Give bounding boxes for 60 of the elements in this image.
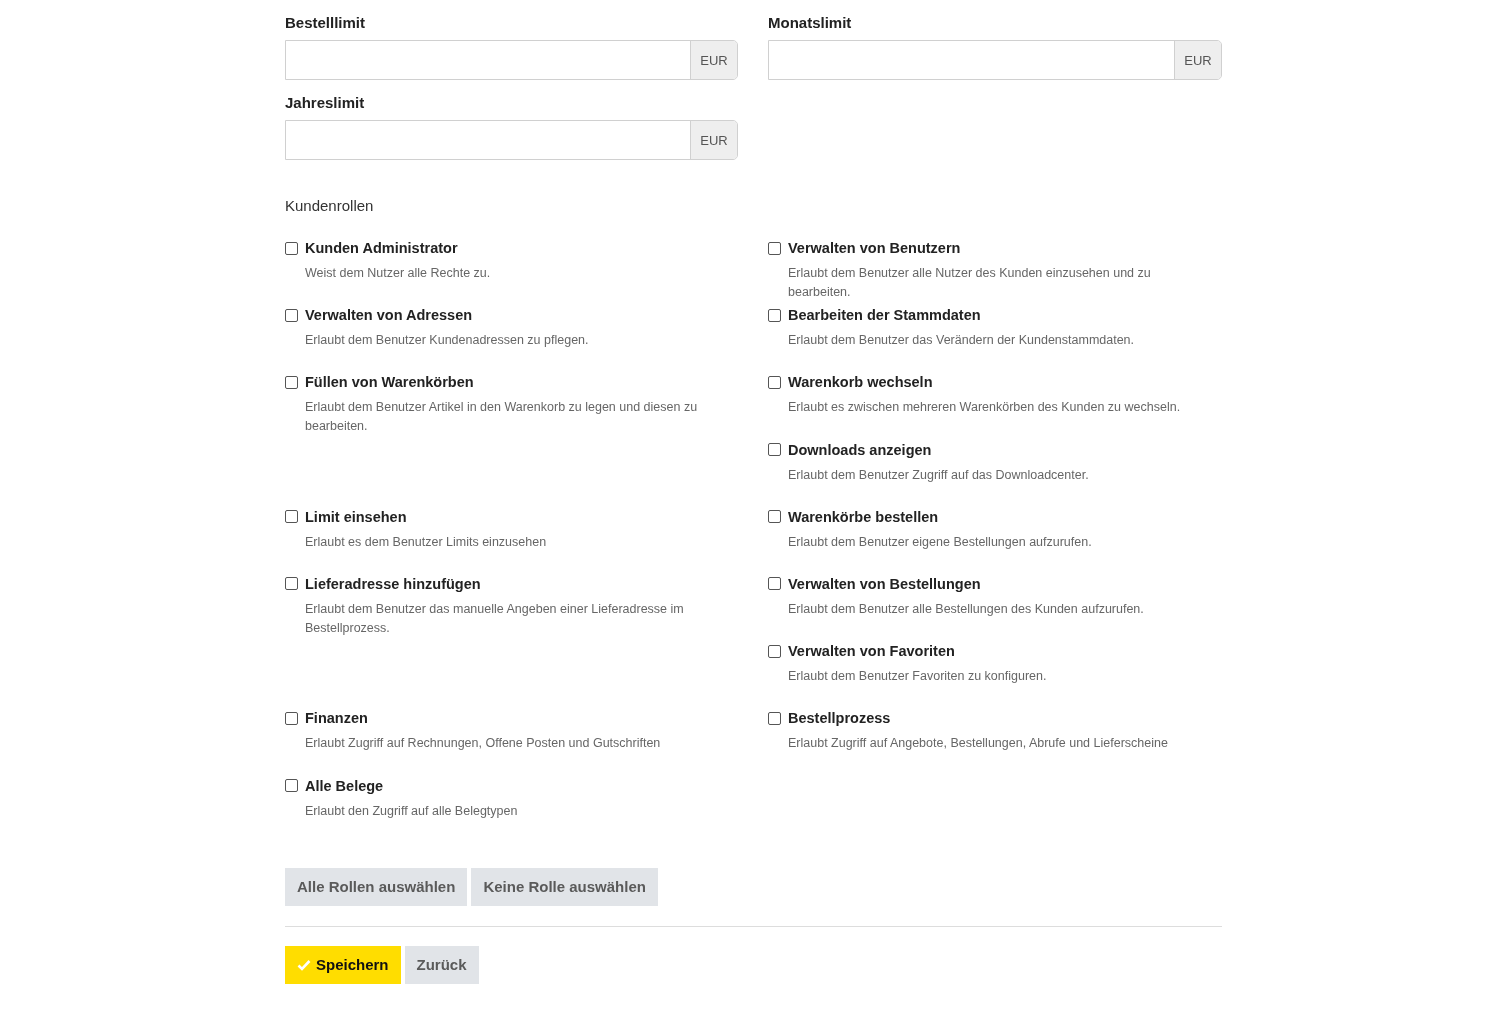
role-description: Erlaubt dem Benutzer alle Bestellungen des Kunden aufzurufen.	[788, 600, 1145, 618]
role-description: Erlaubt dem Benutzer Artikel in den Warenkorb zu legen und diesen zu bearbeiten.	[305, 399, 699, 436]
checkbox[interactable]	[285, 241, 298, 255]
role-description: Erlaubt den Zugriff auf alle Belegtypen	[305, 802, 519, 820]
checkbox[interactable]	[768, 711, 781, 725]
checkbox[interactable]	[768, 443, 781, 457]
role-title: Warenkörbe bestellen	[788, 508, 939, 525]
role-description: Erlaubt dem Benutzer eigene Bestellungen aufzurufen.	[788, 533, 1093, 551]
role-description: Erlaubt es dem Benutzer Limits einzusehen	[305, 533, 548, 551]
role-title: Verwalten von Bestellungen	[788, 575, 981, 592]
role-title: Lieferadresse hinzufügen	[305, 575, 481, 592]
field-label: Bestelllimit	[285, 14, 367, 31]
role-title: Limit einsehen	[305, 508, 407, 525]
currency-addon: EUR	[1174, 41, 1221, 79]
field-label: Jahreslimit	[285, 94, 366, 111]
role-description: Erlaubt dem Benutzer das manuelle Angeben einer Lieferadresse im Bestellprozess.	[305, 600, 685, 637]
role-title: Verwalten von Benutzern	[788, 240, 961, 256]
checkbox[interactable]	[768, 510, 781, 524]
check-icon	[297, 958, 311, 971]
checkbox[interactable]	[285, 308, 298, 322]
field-label: Monatslimit	[768, 14, 853, 31]
role-description: Erlaubt dem Benutzer Favoriten zu konfiguren.	[788, 668, 1048, 686]
currency-addon: EUR	[690, 41, 737, 79]
action-button[interactable]: Alle Rollen auswählen	[285, 867, 468, 906]
checkbox[interactable]	[768, 241, 781, 255]
role-title: Bestellprozess	[788, 710, 891, 727]
action-button[interactable]: Keine Rolle auswählen	[471, 867, 658, 906]
role-description: Erlaubt dem Benutzer Kundenadressen zu pflegen.	[305, 332, 590, 350]
section-heading: Kundenrollen	[285, 197, 375, 214]
role-description: Erlaubt Zugriff auf Rechnungen, Offene Posten und Gutschriften	[305, 735, 662, 753]
amount-field[interactable]: EUR	[285, 120, 738, 160]
role-title: Verwalten von Adressen	[305, 307, 473, 324]
role-description: Erlaubt dem Benutzer das Verändern der Kundenstammdaten.	[788, 332, 1136, 350]
amount-field[interactable]: EUR	[285, 40, 738, 80]
checkbox[interactable]	[285, 510, 298, 524]
checkbox[interactable]	[768, 577, 781, 591]
role-title: Warenkorb wechseln	[788, 374, 933, 391]
amount-field[interactable]: EUR	[768, 40, 1222, 80]
checkbox[interactable]	[768, 644, 781, 658]
role-title: Finanzen	[305, 710, 368, 727]
role-title: Füllen von Warenkörben	[305, 374, 474, 391]
role-title: Downloads anzeigen	[788, 441, 932, 458]
role-title: Verwalten von Favoriten	[788, 643, 955, 660]
action-button[interactable]: Zurück	[404, 945, 479, 984]
role-description: Weist dem Nutzer alle Rechte zu.	[305, 265, 492, 282]
role-description: Erlaubt es zwischen mehreren Warenkörben des Kunden zu wechseln.	[788, 399, 1182, 417]
checkbox[interactable]	[285, 711, 298, 725]
role-title: Alle Belege	[305, 777, 384, 794]
checkbox[interactable]	[285, 577, 298, 591]
role-description: Erlaubt dem Benutzer Zugriff auf das Downloadcenter.	[788, 466, 1090, 484]
checkbox[interactable]	[768, 375, 781, 389]
checkbox[interactable]	[285, 779, 298, 792]
role-title: Bearbeiten der Stammdaten	[788, 307, 981, 324]
save-button[interactable]: Speichern	[285, 945, 401, 984]
checkbox[interactable]	[285, 375, 298, 389]
role-description: Erlaubt Zugriff auf Angebote, Bestellungen, Abrufe und Lieferscheine	[788, 735, 1169, 753]
checkbox[interactable]	[768, 308, 781, 322]
currency-addon: EUR	[690, 121, 737, 159]
role-description: Erlaubt dem Benutzer alle Nutzer des Kunden einzusehen und zu bearbeiten.	[788, 265, 1152, 301]
role-title: Kunden Administrator	[305, 240, 458, 256]
